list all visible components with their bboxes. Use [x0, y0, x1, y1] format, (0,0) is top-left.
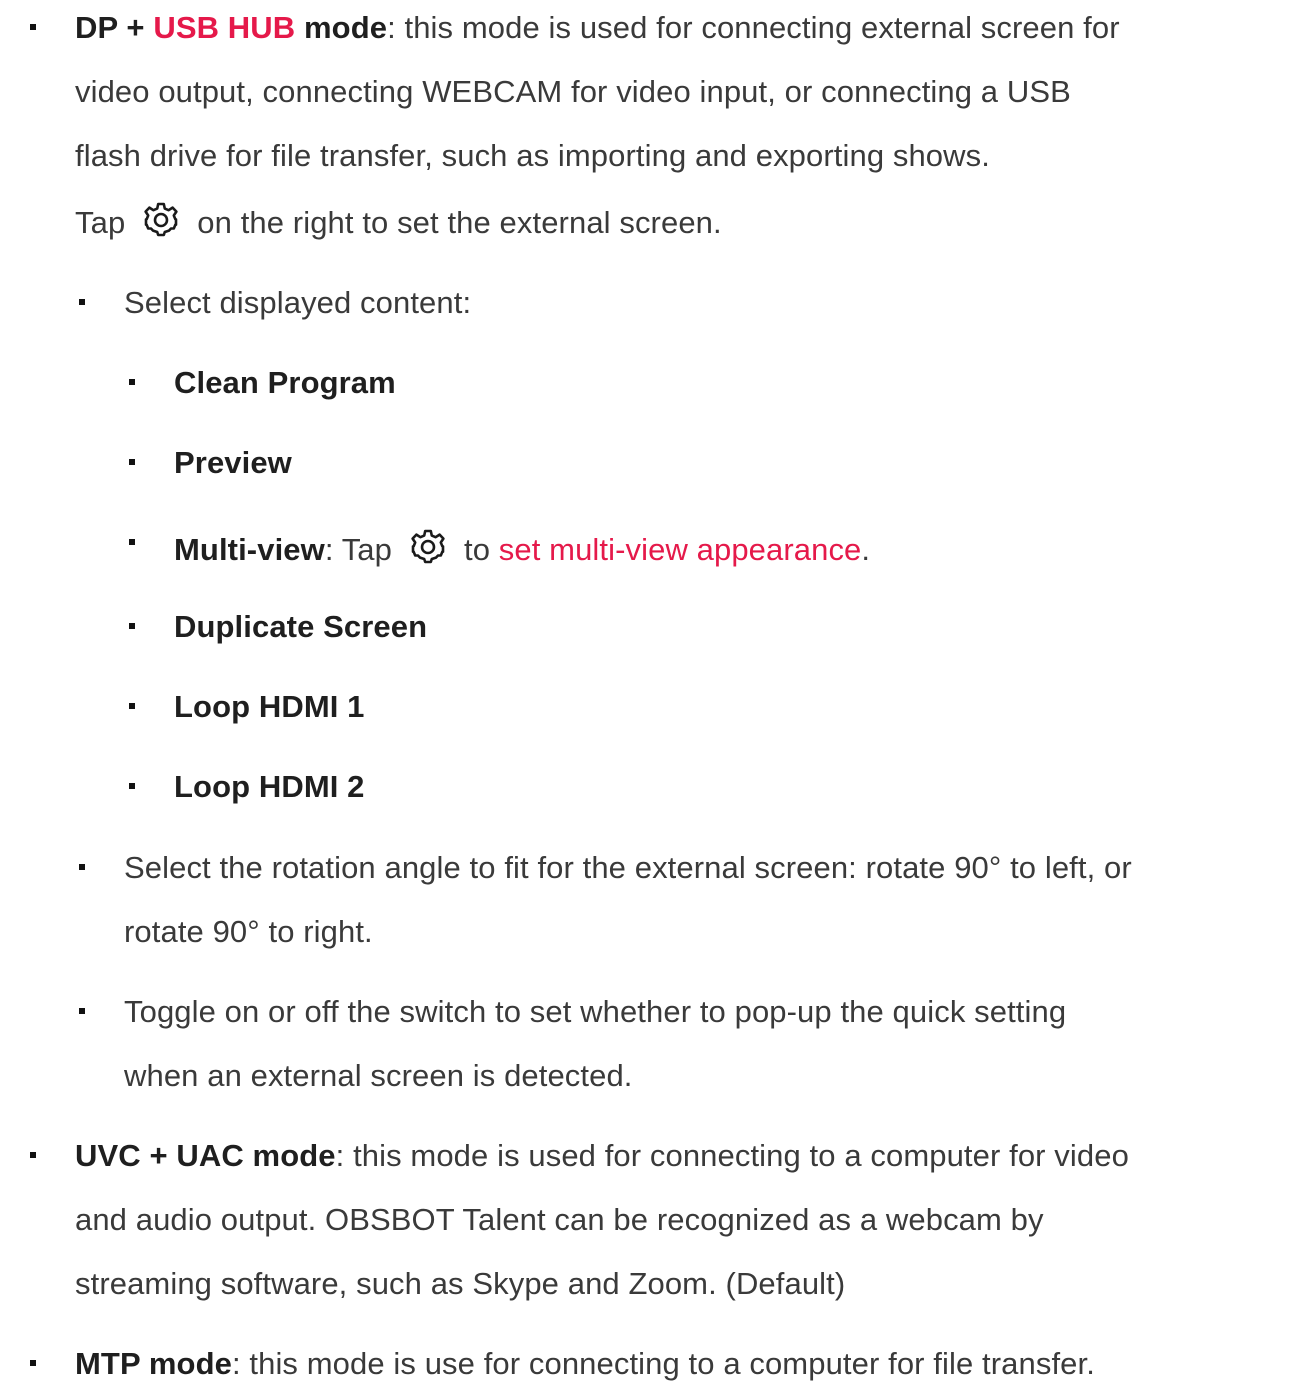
manual-page: DP + USB HUB mode: this mode is used for… [0, 0, 1309, 1382]
preview-label: Preview [174, 445, 292, 480]
dp-mode-desc-1: : this mode is used for connecting exter… [387, 10, 1120, 45]
mtp-mode-title: MTP mode [75, 1346, 232, 1381]
bullet [129, 539, 135, 545]
bullet [129, 623, 135, 629]
toggle-line-2: when an external screen is detected. [124, 1058, 633, 1093]
bullet [129, 783, 135, 789]
bullet [30, 1152, 36, 1158]
dp-mode-title-mode: mode [295, 10, 388, 45]
dp-mode-line-4: Tap on the right to set the external scre… [75, 202, 722, 243]
loop-hdmi-2-label: Loop HDMI 2 [174, 769, 365, 804]
bullet [129, 379, 135, 385]
loop-hdmi-1-label: Loop HDMI 1 [174, 689, 365, 724]
mtp-mode-line-1: MTP mode: this mode is use for connectin… [75, 1348, 1095, 1379]
dp-mode-desc-4: on the right to set the external screen. [197, 205, 722, 241]
clean-program-label: Clean Program [174, 365, 396, 400]
tap-text: Tap [75, 205, 126, 241]
bullet [129, 459, 135, 465]
bullet [129, 703, 135, 709]
gear-icon [143, 201, 179, 237]
dp-mode-line-3: flash drive for file transfer, such as i… [75, 138, 990, 173]
multi-view-tap: : Tap [324, 532, 392, 568]
toggle-line-1: Toggle on or off the switch to set wheth… [124, 994, 1067, 1029]
uvc-mode-line-3: streaming software, such as Skype and Zo… [75, 1266, 846, 1301]
mtp-mode-desc-1: : this mode is use for connecting to a c… [231, 1346, 1095, 1381]
multi-view-line: Multi-view: Tap to set multi-view appeara… [174, 529, 871, 570]
rotation-line-2: rotate 90° to right. [124, 914, 373, 949]
set-multi-view-appearance-link[interactable]: set multi-view appearance [499, 532, 862, 567]
usb-hub-link[interactable]: USB HUB [153, 10, 295, 45]
multi-view-period: . [861, 532, 871, 568]
uvc-mode-desc-1: : this mode is used for connecting to a … [335, 1138, 1129, 1173]
rotation-line-1: Select the rotation angle to fit for the… [124, 850, 1132, 885]
bullet [79, 299, 85, 305]
multi-view-label: Multi-view [174, 532, 325, 568]
bullet [79, 864, 85, 870]
uvc-mode-line-1: UVC + UAC mode: this mode is used for co… [75, 1140, 1129, 1171]
bullet [30, 24, 36, 30]
dp-mode-line-2: video output, connecting WEBCAM for vide… [75, 74, 1071, 109]
bullet [30, 1360, 36, 1366]
dp-mode-title-dp: DP + [75, 10, 154, 45]
duplicate-screen-label: Duplicate Screen [174, 609, 428, 644]
dp-mode-line-1: DP + USB HUB mode: this mode is used for… [75, 12, 1120, 43]
multi-view-to: to [464, 532, 491, 568]
bullet [79, 1008, 85, 1014]
uvc-mode-line-2: and audio output. OBSBOT Talent can be r… [75, 1202, 1044, 1237]
select-content-label: Select displayed content: [124, 285, 472, 320]
uvc-mode-title: UVC + UAC mode [75, 1138, 336, 1173]
gear-icon [410, 528, 446, 564]
